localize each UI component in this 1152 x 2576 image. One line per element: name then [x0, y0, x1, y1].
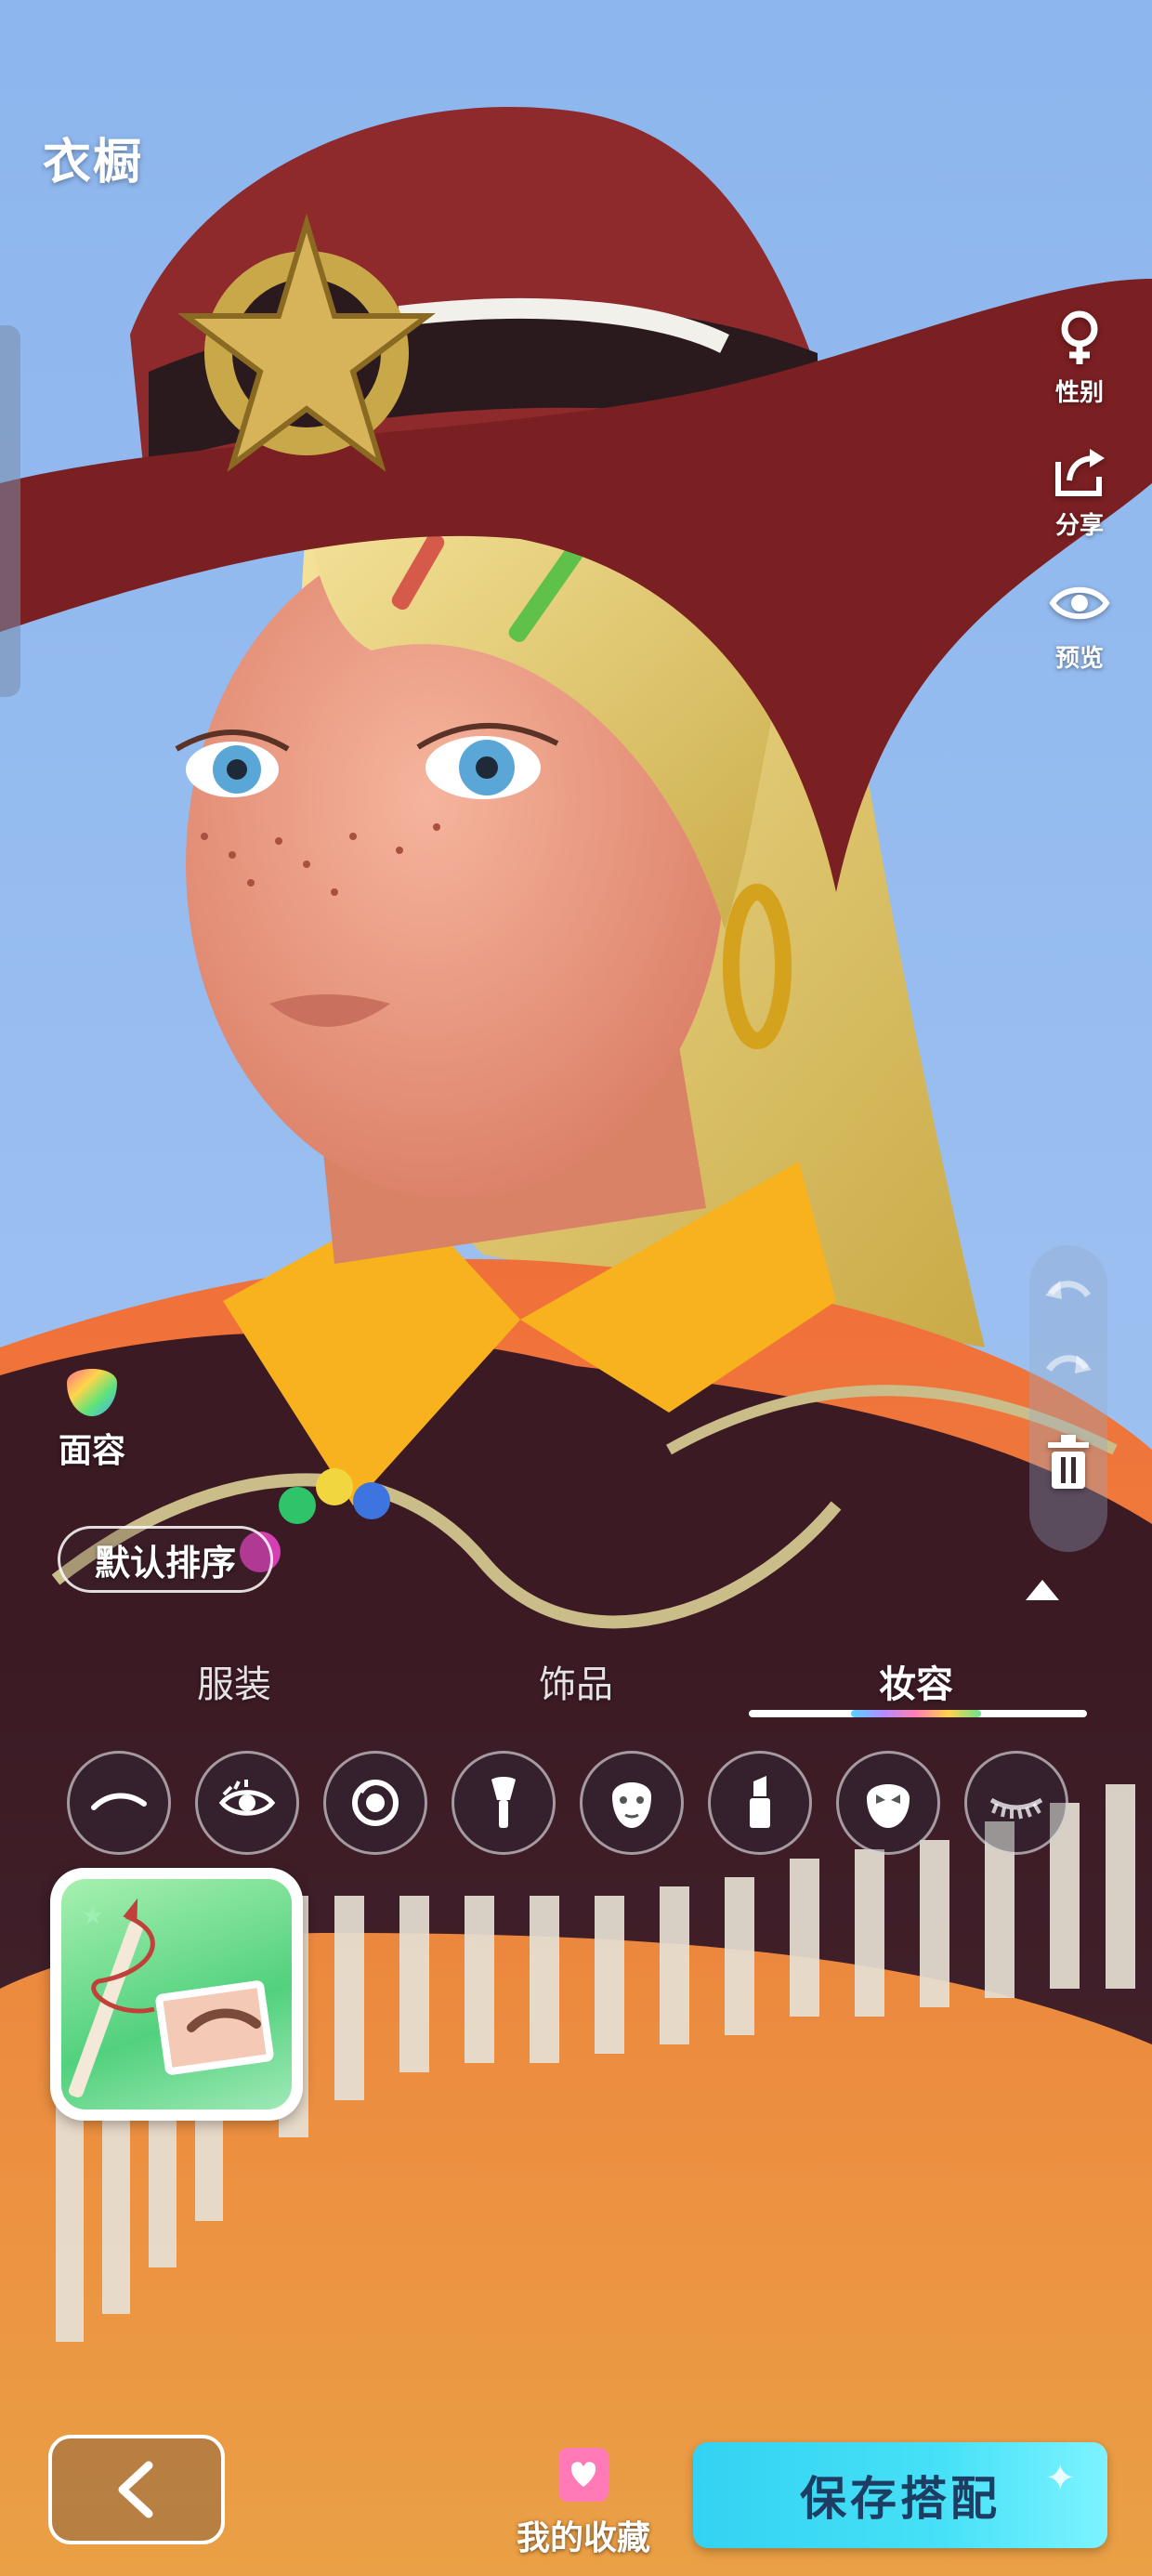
face-paint-icon — [867, 1784, 910, 1828]
undo-icon[interactable] — [1041, 1268, 1095, 1321]
back-button[interactable] — [48, 2435, 225, 2544]
subcat-eye[interactable] — [195, 1751, 299, 1855]
collapse-panel-icon[interactable] — [1026, 1580, 1059, 1600]
sort-button[interactable]: 默认排序 — [58, 1526, 273, 1593]
eyebrow-pencil-icon: ★ — [68, 1898, 274, 2098]
tab-makeup[interactable]: 妆容 — [879, 1654, 953, 1708]
lipstick-icon — [750, 1776, 770, 1828]
active-tab-indicator — [749, 1710, 1087, 1717]
svg-text:★: ★ — [82, 1901, 103, 1929]
blush-brush-icon — [491, 1777, 516, 1828]
rainbow-face-icon — [67, 1369, 117, 1416]
gender-label: 性别 — [1054, 378, 1104, 406]
tab-accessories[interactable]: 饰品 — [539, 1654, 613, 1708]
gender-button[interactable]: 性别 — [1049, 307, 1110, 408]
subcat-blush[interactable] — [452, 1751, 556, 1855]
subcat-face-base[interactable] — [580, 1751, 684, 1855]
favorites-label: 我的收藏 — [517, 2518, 651, 2556]
face-base-icon — [612, 1782, 651, 1828]
left-drawer-handle[interactable] — [0, 325, 20, 697]
eyebrow-icon — [91, 1793, 147, 1810]
redo-icon[interactable] — [1041, 1342, 1095, 1396]
tab-clothing[interactable]: 服装 — [197, 1654, 271, 1708]
eye-icon — [218, 1780, 276, 1816]
preview-label: 预览 — [1054, 644, 1104, 672]
face-entry-button[interactable]: 面容 — [58, 1355, 126, 1472]
right-toolbar: 性别 分享 预览 — [1033, 307, 1126, 674]
delete-button[interactable] — [1041, 1431, 1096, 1497]
eye-contact-lens-icon — [352, 1780, 399, 1826]
eye-icon — [1049, 586, 1110, 620]
preview-button[interactable]: 预览 — [1049, 572, 1110, 674]
subcat-eyebrow[interactable] — [67, 1751, 171, 1855]
heart-bookmark-icon — [558, 2448, 609, 2502]
female-icon — [1061, 310, 1098, 364]
share-label: 分享 — [1054, 511, 1104, 539]
subcat-contact-lens[interactable] — [323, 1751, 427, 1855]
category-tabs: 服装 饰品 妆容 — [0, 1645, 1152, 1719]
sparkle-icon: ✦ — [1044, 2458, 1080, 2499]
subcat-face-paint[interactable] — [836, 1751, 940, 1855]
favorites-button[interactable]: 我的收藏 — [517, 2444, 650, 2559]
subcat-eyelash[interactable] — [964, 1751, 1068, 1855]
makeup-subcategories — [67, 1751, 1068, 1855]
back-arrow-icon — [118, 2461, 153, 2518]
face-label: 面容 — [58, 1431, 125, 1469]
item-thumbnail: ★ — [61, 1879, 292, 2109]
page-title: 衣橱 — [43, 136, 144, 190]
share-icon — [1055, 449, 1105, 496]
history-panel — [1029, 1245, 1107, 1552]
subcat-lipstick[interactable] — [708, 1751, 812, 1855]
trash-icon — [1048, 1435, 1089, 1489]
eyelash-icon — [989, 1797, 1043, 1820]
share-button[interactable]: 分享 — [1049, 440, 1110, 541]
makeup-item-card[interactable]: ★ — [50, 1868, 303, 2121]
save-outfit-label: 保存搭配 — [800, 2473, 1001, 2525]
save-outfit-button[interactable]: 保存搭配 ✦ — [693, 2442, 1107, 2548]
